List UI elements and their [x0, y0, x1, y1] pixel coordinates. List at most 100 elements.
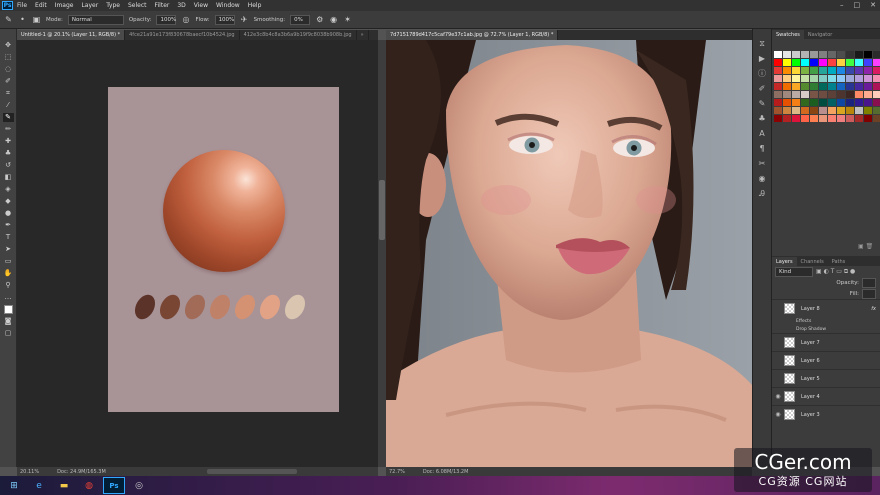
color-swatch[interactable]	[837, 75, 845, 82]
shape-tool-icon[interactable]: ▭	[3, 257, 14, 266]
gear-icon[interactable]: ⚙	[315, 15, 324, 24]
foreground-color-swatch[interactable]	[3, 305, 13, 314]
layer-filter-icons[interactable]: ▣ ◐ T ▭ ⧉ ●	[816, 268, 855, 276]
zoom-tool-icon[interactable]: ⚲	[3, 281, 14, 290]
color-swatch[interactable]	[819, 115, 827, 122]
vertical-scrollbar[interactable]	[378, 40, 386, 467]
scrollbar-thumb[interactable]	[379, 180, 385, 240]
layer-row-layer-3[interactable]: ◉ Layer 3	[772, 405, 880, 423]
color-swatch[interactable]	[873, 67, 880, 74]
color-swatch[interactable]	[828, 51, 836, 58]
brush-panel-icon[interactable]: ▣	[32, 15, 41, 24]
layer-row-layer-8[interactable]: Layer 8 fx	[772, 299, 880, 317]
color-swatch[interactable]	[846, 107, 854, 114]
layer-filter-kind[interactable]: Kind	[775, 266, 813, 277]
color-swatch[interactable]	[801, 59, 809, 66]
color-swatch[interactable]	[792, 51, 800, 58]
horizontal-scrollbar[interactable]	[207, 469, 297, 474]
color-swatch[interactable]	[855, 51, 863, 58]
pressure-opacity-icon[interactable]: ◎	[181, 15, 190, 24]
new-swatch-icon[interactable]: ▣ 🗑	[858, 243, 873, 250]
menu-filter[interactable]: Filter	[155, 2, 170, 9]
brushes-icon[interactable]: ✎	[756, 99, 768, 109]
color-swatch[interactable]	[873, 115, 880, 122]
layer-row-layer-7[interactable]: Layer 7	[772, 333, 880, 351]
color-swatch[interactable]	[873, 75, 880, 82]
color-swatch[interactable]	[792, 59, 800, 66]
color-swatch[interactable]	[783, 107, 791, 114]
color-swatch[interactable]	[819, 75, 827, 82]
menu-image[interactable]: Image	[55, 2, 74, 9]
airbrush-icon[interactable]: ✈	[240, 15, 249, 24]
menu-3d[interactable]: 3D	[177, 2, 185, 9]
color-swatch[interactable]	[873, 99, 880, 106]
color-swatch[interactable]	[792, 67, 800, 74]
minimize-icon[interactable]: –	[840, 1, 844, 9]
color-swatch[interactable]	[810, 67, 818, 74]
internet-explorer-icon[interactable]: e	[28, 477, 50, 494]
color-swatch[interactable]	[855, 75, 863, 82]
color-swatch[interactable]	[828, 107, 836, 114]
color-swatch[interactable]	[783, 99, 791, 106]
zoom-readout[interactable]: 20.11%	[20, 469, 39, 475]
color-swatch[interactable]	[855, 107, 863, 114]
photoshop-taskbar-icon[interactable]: Ps	[103, 477, 125, 494]
layer-effects-row[interactable]: Effects	[772, 317, 880, 325]
color-swatch[interactable]	[837, 83, 845, 90]
menu-view[interactable]: View	[194, 2, 208, 9]
color-swatch[interactable]	[801, 115, 809, 122]
menu-window[interactable]: Window	[216, 2, 240, 9]
mode-select[interactable]: Normal	[67, 14, 124, 25]
color-swatch[interactable]	[774, 91, 782, 98]
color-swatch[interactable]	[819, 51, 827, 58]
color-swatch[interactable]	[819, 59, 827, 66]
color-swatch[interactable]	[864, 99, 872, 106]
menu-help[interactable]: Help	[248, 2, 262, 9]
color-swatch[interactable]	[837, 67, 845, 74]
color-swatch[interactable]	[801, 67, 809, 74]
color-swatch[interactable]	[819, 91, 827, 98]
color-swatch[interactable]	[837, 59, 845, 66]
tab-overflow[interactable]: »	[357, 30, 369, 40]
info-icon[interactable]: ⓘ	[756, 69, 768, 79]
eraser-tool-icon[interactable]: ◧	[3, 173, 14, 182]
color-swatch[interactable]	[783, 115, 791, 122]
marquee-tool-icon[interactable]: ⬚	[3, 53, 14, 62]
color-swatch[interactable]	[846, 59, 854, 66]
color-swatch[interactable]	[810, 51, 818, 58]
history-icon[interactable]: ⧖	[756, 39, 768, 49]
brush-tool-icon[interactable]: ✎	[2, 113, 14, 122]
color-swatch[interactable]	[873, 59, 880, 66]
zoom-readout-right[interactable]: 72.7%	[389, 469, 405, 475]
hand-tool-icon[interactable]: ✋	[3, 269, 14, 278]
color-swatch[interactable]	[864, 107, 872, 114]
layer-fill-input[interactable]	[862, 288, 876, 299]
tab-portrait[interactable]: 7d7151789d417c5caf79e37c1ab.jpg @ 72.7% …	[386, 30, 559, 40]
visibility-toggle-icon[interactable]: ◉	[772, 393, 784, 400]
clone-stamp-tool-icon[interactable]: ♣	[3, 149, 14, 158]
quick-select-tool-icon[interactable]: ✐	[3, 77, 14, 86]
color-swatch[interactable]	[783, 91, 791, 98]
menu-type[interactable]: Type	[106, 2, 120, 9]
color-swatch[interactable]	[828, 67, 836, 74]
color-swatch[interactable]	[828, 75, 836, 82]
pen-tool-icon[interactable]: ✒	[3, 221, 14, 230]
tab-untitled-1[interactable]: Untitled-1 @ 20.1% (Layer 11, RGB/8) *	[17, 30, 126, 40]
color-swatch[interactable]	[792, 83, 800, 90]
menu-select[interactable]: Select	[128, 2, 147, 9]
close-icon[interactable]: ✕	[870, 1, 876, 9]
color-swatch[interactable]	[855, 99, 863, 106]
eye-icon[interactable]: ◉	[772, 411, 784, 418]
color-swatch[interactable]	[873, 83, 880, 90]
color-swatch[interactable]	[810, 115, 818, 122]
color-swatch[interactable]	[783, 59, 791, 66]
tools-preset-icon[interactable]: ✂	[756, 159, 768, 169]
flow-input[interactable]: 100%	[214, 14, 235, 25]
color-swatch[interactable]	[801, 91, 809, 98]
color-swatch[interactable]	[801, 83, 809, 90]
color-swatch[interactable]	[873, 51, 880, 58]
3d-icon[interactable]: ◉	[756, 174, 768, 184]
color-swatch[interactable]	[810, 99, 818, 106]
path-select-tool-icon[interactable]: ➤	[3, 245, 14, 254]
color-swatch[interactable]	[774, 51, 782, 58]
